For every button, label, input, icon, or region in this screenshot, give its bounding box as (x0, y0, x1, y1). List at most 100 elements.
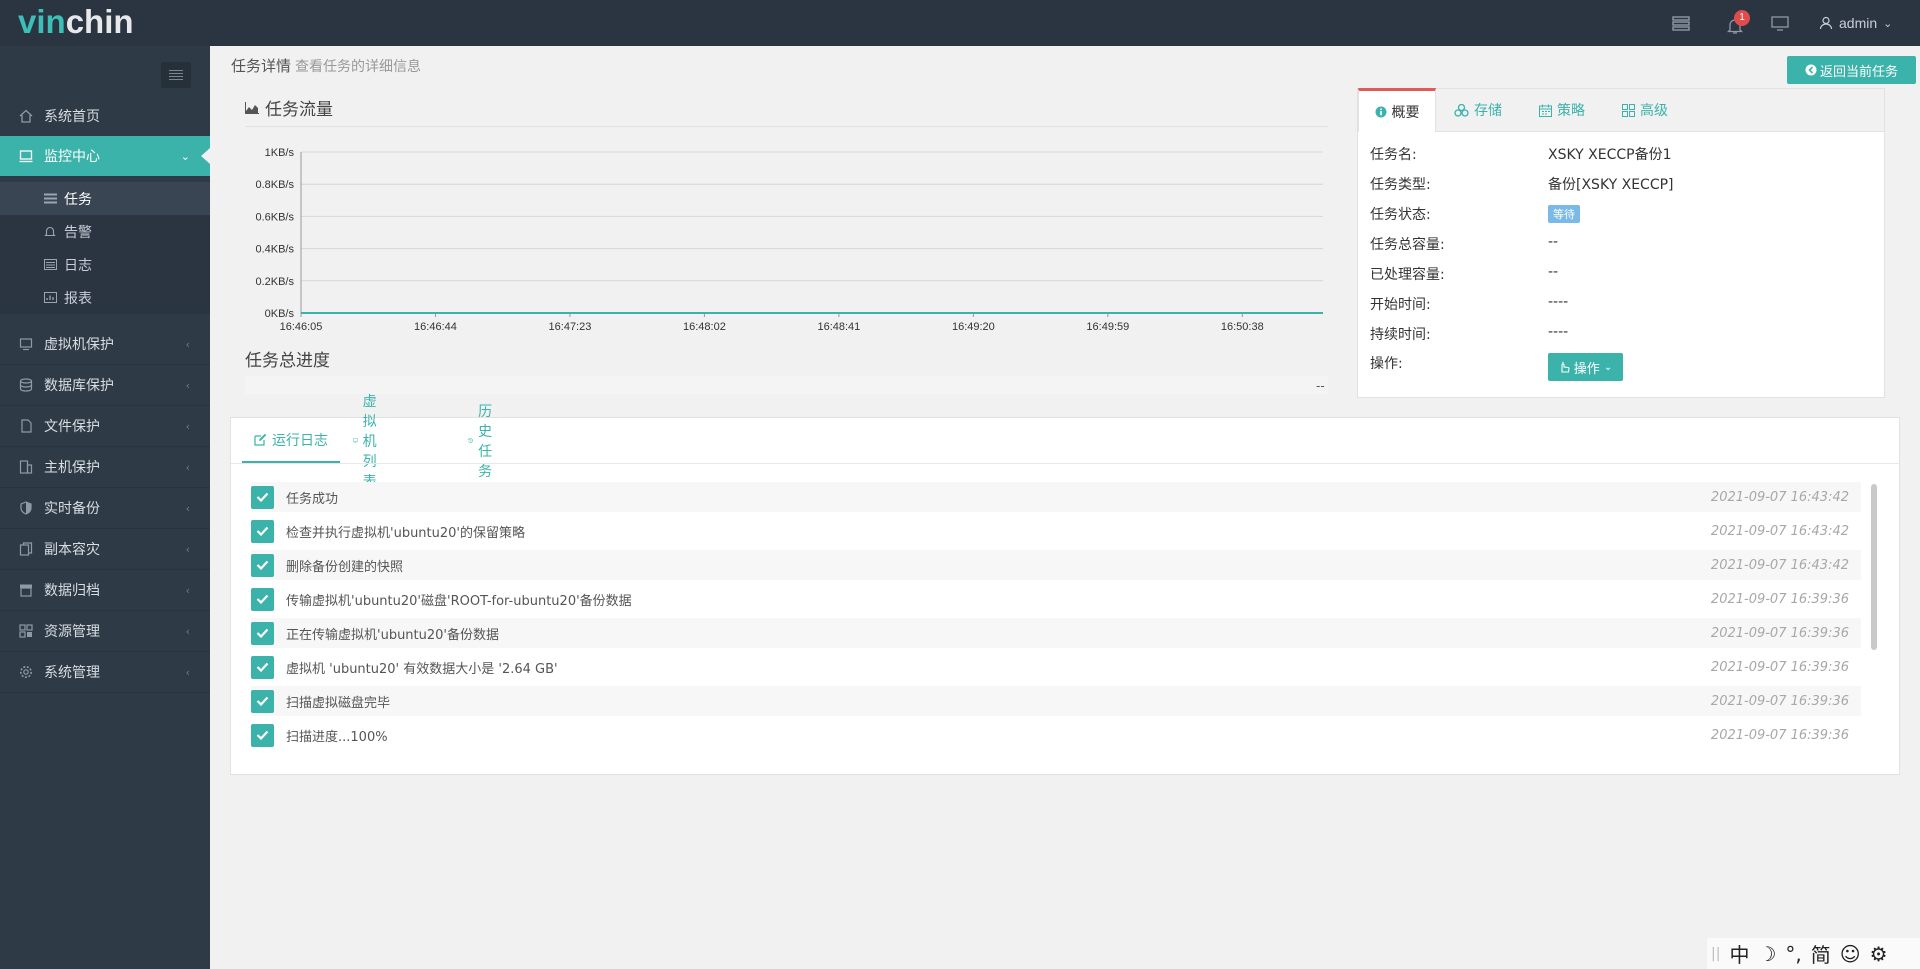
tab-label: 运行日志 (272, 432, 328, 449)
calendar-icon (1539, 104, 1552, 117)
page-title: 任务详情 查看任务的详细信息 (231, 55, 421, 76)
sidebar-item-db-protection[interactable]: 数据库保护 ‹ (0, 365, 210, 406)
sidebar-item-monitor[interactable]: 监控中心 ⌄ (0, 136, 210, 176)
processed-capacity-value: -- (1548, 264, 1559, 280)
sidebar-subitem-label: 告警 (64, 224, 92, 241)
divider (231, 463, 1899, 464)
tab-label: 历史任务 (478, 403, 493, 480)
tab-label: 高级 (1640, 103, 1668, 119)
sidebar-item-label: 虚拟机保护 (44, 337, 114, 353)
sidebar-item-label: 主机保护 (44, 460, 100, 476)
x-tick-label: 16:49:20 (952, 321, 995, 333)
sidebar-item-label: 文件保护 (44, 419, 100, 435)
tab-advanced[interactable]: 高级 (1622, 89, 1668, 131)
tab-history[interactable]: 历史任务 (468, 404, 500, 480)
ime-simplified-toggle[interactable]: 简 (1811, 939, 1831, 968)
actions-dropdown-button[interactable]: 操作 ⌄ (1548, 353, 1623, 381)
sidebar-subitem-tasks[interactable]: 任务 (0, 182, 210, 215)
tab-overview[interactable]: 概要 (1358, 88, 1436, 132)
page-subtitle: 查看任务的详细信息 (295, 59, 422, 75)
archive-icon (18, 582, 34, 598)
sidebar-item-realtime-backup[interactable]: 实时备份 ‹ (0, 488, 210, 529)
sidebar-item-system-management[interactable]: 系统管理 ‹ (0, 652, 210, 693)
total-progress-bar (245, 376, 1328, 394)
log-message: 虚拟机 'ubuntu20' 有效数据大小是 '2.64 GB' (286, 661, 558, 677)
page-title-text: 任务详情 (231, 57, 292, 75)
sidebar-toggle-button[interactable] (161, 62, 191, 88)
edit-icon (254, 433, 267, 446)
tab-storage[interactable]: 存储 (1454, 89, 1502, 131)
x-tick-label: 16:46:05 (280, 321, 323, 333)
x-tick-label: 16:47:23 (549, 321, 592, 333)
duration-label: 持续时间: (1370, 327, 1431, 343)
sidebar-item-label: 数据归档 (44, 583, 100, 599)
tab-vm-list[interactable]: 虚拟机列表 (353, 394, 386, 490)
y-tick-label: 0.4KB/s (255, 244, 294, 256)
moon-icon[interactable]: ☽ (1758, 942, 1776, 966)
x-tick-label: 16:48:02 (683, 321, 726, 333)
tab-run-log[interactable]: 运行日志 (242, 418, 340, 464)
back-to-current-task-button[interactable]: 返回当前任务 (1787, 56, 1916, 84)
copy-icon (18, 541, 34, 557)
chevron-left-icon: ‹ (185, 378, 190, 392)
task-name-value: XSKY XECCP备份1 (1548, 147, 1672, 163)
sidebar-item-file-protection[interactable]: 文件保护 ‹ (0, 406, 210, 447)
ime-toolbar: || 中 ☽ °, 简 ☺ ⚙ (1707, 938, 1920, 969)
traffic-chart: 0KB/s 0.2KB/s 0.4KB/s 0.6KB/s 0.8KB/s 1KB/s 16… (255, 147, 1323, 333)
sidebar-item-home[interactable]: 系统首页 (0, 96, 210, 137)
sidebar-item-label: 实时备份 (44, 501, 100, 517)
gear-icon[interactable]: ⚙ (1870, 942, 1888, 966)
log-row: 检查并执行虚拟机'ubuntu20'的保留策略 2021-09-07 16:43… (251, 516, 1861, 546)
log-message: 扫描虚拟磁盘完毕 (286, 695, 391, 711)
check-icon (251, 723, 274, 747)
task-status-label: 任务状态: (1370, 207, 1431, 223)
smile-icon[interactable]: ☺ (1840, 942, 1861, 966)
task-name-label: 任务名: (1370, 147, 1417, 163)
chevron-left-icon: ‹ (185, 460, 190, 474)
divider (245, 126, 1328, 127)
notification-bell-icon[interactable]: 1 (1716, 0, 1752, 46)
file-icon (18, 418, 34, 434)
task-type-label: 任务类型: (1370, 177, 1431, 193)
chevron-left-icon: ‹ (185, 542, 190, 556)
sidebar-item-data-archive[interactable]: 数据归档 ‹ (0, 570, 210, 611)
ime-language-toggle[interactable]: 中 (1729, 939, 1749, 968)
log-row: 正在传输虚拟机'ubuntu20'备份数据 2021-09-07 16:39:3… (251, 618, 1861, 648)
sidebar-item-resource-management[interactable]: 资源管理 ‹ (0, 611, 210, 652)
sidebar-subitem-logs[interactable]: 日志 (0, 248, 210, 281)
task-type-value: 备份[XSKY XECCP] (1548, 177, 1674, 193)
duration-value: ---- (1548, 324, 1569, 340)
user-menu[interactable]: admin ⌄ (1819, 0, 1892, 46)
screen-icon[interactable] (1771, 0, 1789, 46)
sidebar-item-vm-protection[interactable]: 虚拟机保护 ‹ (0, 324, 210, 365)
tab-policy[interactable]: 策略 (1539, 89, 1585, 131)
task-list-icon[interactable] (1672, 0, 1690, 46)
check-icon (251, 553, 274, 577)
tab-label: 概要 (1391, 104, 1420, 121)
log-timestamp: 2021-09-07 16:39:36 (1710, 727, 1849, 743)
report-icon (44, 292, 58, 303)
info-icon (1375, 106, 1386, 117)
log-row: 删除备份创建的快照 2021-09-07 16:43:42 (251, 550, 1861, 580)
log-message: 检查并执行虚拟机'ubuntu20'的保留策略 (286, 525, 525, 541)
log-timestamp: 2021-09-07 16:43:42 (1710, 523, 1849, 539)
log-scrollbar[interactable] (1871, 484, 1877, 650)
y-tick-label: 0.8KB/s (255, 179, 294, 191)
y-tick-label: 0KB/s (265, 308, 295, 320)
ime-punctuation-toggle[interactable]: °, (1785, 942, 1801, 966)
progress-value: -- (1316, 379, 1325, 393)
sidebar-item-label: 系统首页 (44, 109, 100, 125)
sidebar-subitem-reports[interactable]: 报表 (0, 281, 210, 314)
ime-grip[interactable]: || (1711, 946, 1720, 962)
sidebar-subitem-alerts[interactable]: 告警 (0, 215, 210, 248)
log-message: 删除备份创建的快照 (286, 559, 404, 575)
check-icon (251, 655, 274, 679)
sidebar-item-replica-dr[interactable]: 副本容灾 ‹ (0, 529, 210, 570)
sidebar-item-host-protection[interactable]: 主机保护 ‹ (0, 447, 210, 488)
top-bar: vinchin 1 admin ⌄ (0, 0, 1920, 46)
check-icon (251, 519, 274, 543)
sidebar-item-label: 资源管理 (44, 624, 100, 640)
log-timestamp: 2021-09-07 16:39:36 (1710, 625, 1849, 641)
log-row: 扫描虚拟磁盘完毕 2021-09-07 16:39:36 (251, 686, 1861, 716)
app-logo[interactable]: vinchin (18, 2, 134, 42)
